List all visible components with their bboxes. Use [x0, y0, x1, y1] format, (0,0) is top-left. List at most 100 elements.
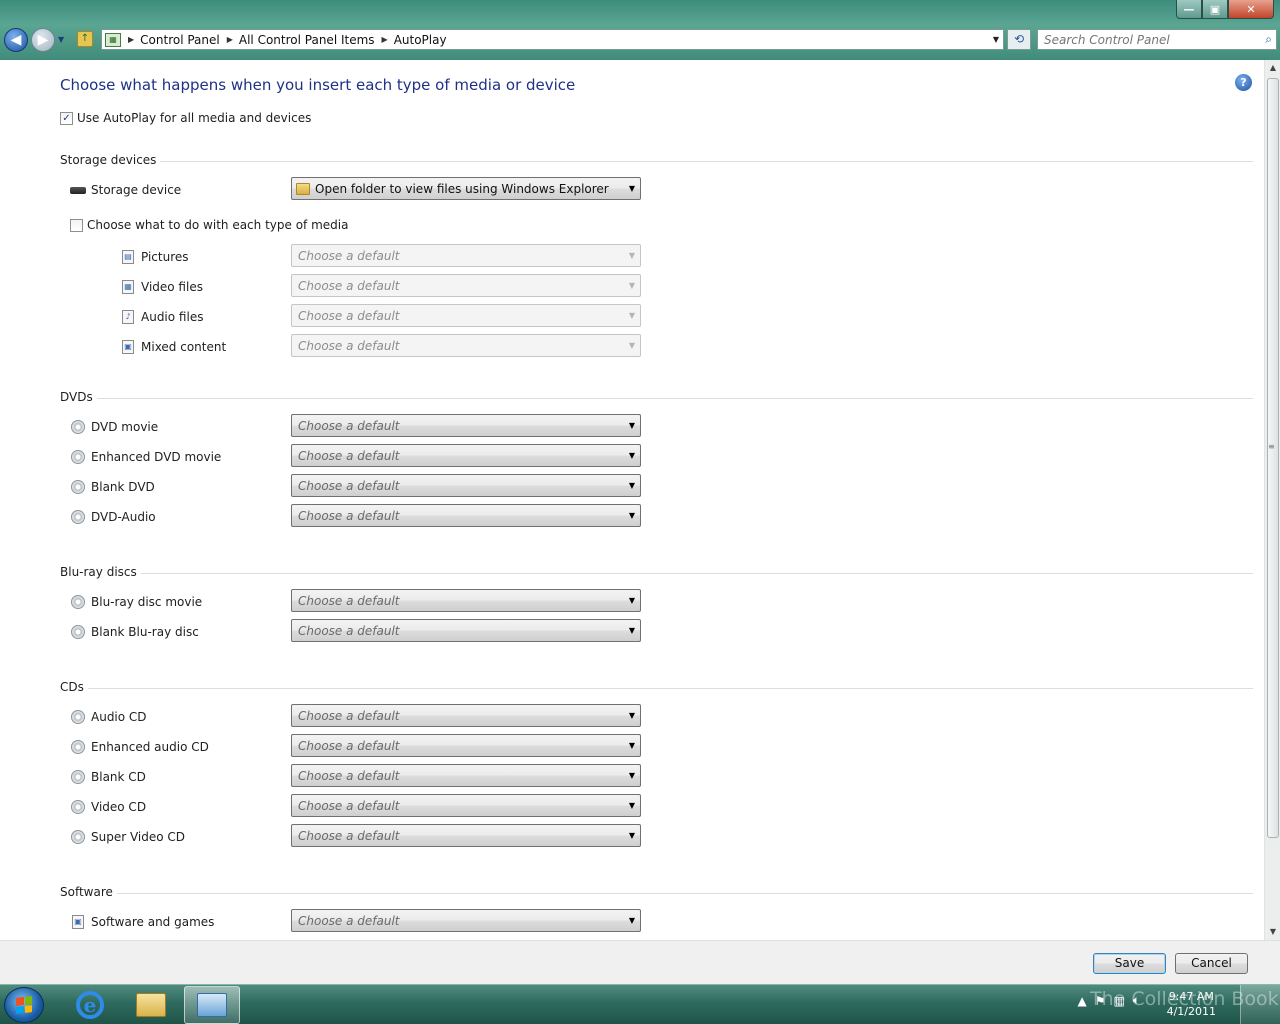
taskbar-control-panel[interactable] [184, 986, 240, 1024]
forward-button[interactable]: ▶ [31, 28, 55, 52]
chevron-right-icon[interactable]: ▶ [382, 35, 388, 44]
recent-pages-dropdown[interactable]: ▼ [58, 35, 64, 44]
dvd-audio-select[interactable]: Choose a default ▼ [291, 504, 641, 527]
dropdown-arrow-icon[interactable]: ▼ [624, 511, 640, 520]
select-value: Choose a default [298, 418, 400, 433]
scroll-grip-icon: ≡ [1268, 442, 1275, 451]
select-value: Choose a default [298, 248, 400, 263]
media-label: Audio files [141, 310, 204, 324]
cancel-button[interactable]: Cancel [1175, 953, 1248, 974]
dropdown-arrow-icon[interactable]: ▼ [624, 916, 640, 925]
dropdown-arrow-icon[interactable]: ▼ [624, 596, 640, 605]
use-autoplay-row[interactable]: ✓ Use AutoPlay for all media and devices [60, 111, 311, 125]
blank-cd-select[interactable]: Choose a default ▼ [291, 764, 641, 787]
section-label: Software [60, 885, 113, 899]
search-input[interactable] [1038, 32, 1248, 47]
storage-device-item: Storage device [70, 182, 181, 198]
address-bar[interactable]: ▦ ▶ Control Panel ▶ All Control Panel It… [101, 29, 1004, 50]
bluray-movie-select[interactable]: Choose a default ▼ [291, 589, 641, 612]
start-button[interactable] [4, 987, 44, 1023]
audio-cd-select[interactable]: Choose a default ▼ [291, 704, 641, 727]
back-button[interactable]: ◀ [4, 28, 28, 52]
disc-icon [70, 739, 86, 755]
super-video-cd-select[interactable]: Choose a default ▼ [291, 824, 641, 847]
section-software: Software [60, 885, 1253, 899]
blank-bluray-select[interactable]: Choose a default ▼ [291, 619, 641, 642]
dropdown-arrow-icon[interactable]: ▼ [624, 741, 640, 750]
maximize-button[interactable]: ▣ [1202, 0, 1228, 19]
taskbar-internet-explorer[interactable]: e [62, 986, 118, 1024]
use-autoplay-label[interactable]: Use AutoPlay for all media and devices [77, 111, 311, 125]
dropdown-arrow-icon[interactable]: ▼ [624, 771, 640, 780]
media-item-pictures: ▤ Pictures [120, 249, 189, 265]
video-cd-item: Video CD [70, 799, 146, 815]
address-dropdown-icon[interactable]: ▼ [993, 35, 999, 44]
up-folder-icon[interactable]: ↑ [77, 31, 93, 47]
save-button[interactable]: Save [1093, 953, 1166, 974]
each-media-checkbox[interactable] [70, 218, 83, 232]
section-cds: CDs [60, 680, 1253, 694]
enhanced-audio-cd-select[interactable]: Choose a default ▼ [291, 734, 641, 757]
audio-files-icon: ♪ [120, 309, 136, 325]
search-box[interactable]: ⌕ [1037, 29, 1277, 50]
select-value: Choose a default [298, 278, 400, 293]
minimize-button[interactable]: — [1176, 0, 1202, 19]
blank-cd-item: Blank CD [70, 769, 146, 785]
help-icon[interactable]: ? [1235, 74, 1252, 91]
scroll-down-icon[interactable]: ▼ [1265, 924, 1280, 940]
dropdown-arrow-icon[interactable]: ▼ [624, 421, 640, 430]
dropdown-arrow-icon[interactable]: ▼ [624, 801, 640, 810]
item-label: Video CD [91, 800, 147, 814]
chevron-right-icon[interactable]: ▶ [227, 35, 233, 44]
show-hidden-icons-icon[interactable]: ▲ [1077, 994, 1086, 1008]
disc-icon [70, 624, 86, 640]
internet-explorer-icon: e [76, 991, 104, 1019]
dvd-movie-select[interactable]: Choose a default ▼ [291, 414, 641, 437]
dropdown-arrow-icon[interactable]: ▼ [624, 831, 640, 840]
pictures-select: Choose a default ▼ [291, 244, 641, 267]
use-autoplay-checkbox[interactable]: ✓ [60, 111, 73, 125]
item-label: Software and games [91, 915, 215, 929]
blank-dvd-select[interactable]: Choose a default ▼ [291, 474, 641, 497]
search-icon[interactable]: ⌕ [1265, 32, 1272, 47]
storage-device-select[interactable]: Open folder to view files using Windows … [291, 177, 641, 200]
each-media-row[interactable]: Choose what to do with each type of medi… [70, 218, 348, 232]
dropdown-arrow-icon[interactable]: ▼ [624, 711, 640, 720]
chevron-right-icon[interactable]: ▶ [128, 35, 134, 44]
refresh-button[interactable]: ⟲ [1007, 29, 1031, 50]
watermark-text: The Collection Book [1090, 988, 1279, 1010]
blank-bluray-item: Blank Blu-ray disc [70, 624, 199, 640]
dropdown-arrow-icon[interactable]: ▼ [624, 451, 640, 460]
enhanced-dvd-movie-select[interactable]: Choose a default ▼ [291, 444, 641, 467]
close-button[interactable]: ✕ [1228, 0, 1274, 19]
software-icon: ▣ [70, 914, 86, 930]
software-games-select[interactable]: Choose a default ▼ [291, 909, 641, 932]
item-label: Audio CD [91, 710, 147, 724]
dropdown-arrow-icon[interactable]: ▼ [624, 626, 640, 635]
item-label: Blank DVD [91, 480, 155, 494]
section-label: Blu-ray discs [60, 565, 137, 579]
page-title: Choose what happens when you insert each… [60, 76, 576, 94]
section-label: Storage devices [60, 153, 157, 167]
each-media-label[interactable]: Choose what to do with each type of medi… [87, 218, 348, 232]
disc-icon [70, 479, 86, 495]
taskbar-windows-explorer[interactable] [123, 986, 179, 1024]
scroll-up-icon[interactable]: ▲ [1265, 60, 1280, 76]
dropdown-arrow-icon: ▼ [628, 341, 636, 350]
control-panel-icon: ▦ [105, 32, 121, 47]
select-value: Choose a default [298, 338, 400, 353]
breadcrumb-control-panel[interactable]: Control Panel [140, 33, 220, 47]
video-cd-select[interactable]: Choose a default ▼ [291, 794, 641, 817]
vertical-scrollbar[interactable]: ▲ ≡ ▼ [1264, 60, 1280, 940]
audio-files-select: Choose a default ▼ [291, 304, 641, 327]
section-dvds: DVDs [60, 390, 1253, 404]
disc-icon [70, 449, 86, 465]
dropdown-arrow-icon[interactable]: ▼ [624, 481, 640, 490]
media-item-video-files: ▦ Video files [120, 279, 203, 295]
breadcrumb-all-items[interactable]: All Control Panel Items [239, 33, 375, 47]
dropdown-arrow-icon[interactable]: ▼ [624, 184, 640, 193]
scroll-thumb[interactable] [1267, 78, 1279, 838]
media-label: Mixed content [141, 340, 227, 354]
select-value: Choose a default [298, 738, 400, 753]
breadcrumb-autoplay[interactable]: AutoPlay [394, 33, 447, 47]
